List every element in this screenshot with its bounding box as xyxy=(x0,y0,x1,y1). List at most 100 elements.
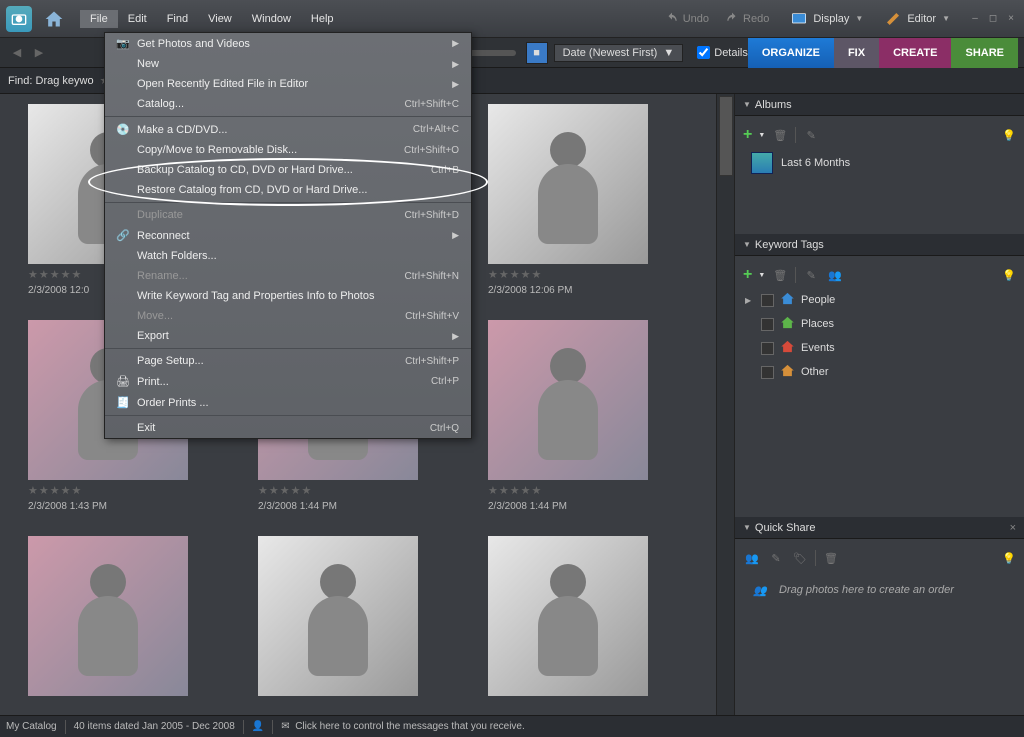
photo-card[interactable] xyxy=(488,536,648,696)
sort-dropdown[interactable]: Date (Newest First)▼ xyxy=(554,44,684,62)
menu-item-label: Catalog... xyxy=(137,98,405,110)
tag-icon xyxy=(780,291,795,309)
shortcut-label: Ctrl+B xyxy=(431,165,459,176)
menu-item-page-setup[interactable]: Page Setup...Ctrl+Shift+P xyxy=(105,351,471,371)
menu-item-label: Watch Folders... xyxy=(137,250,459,262)
edit-icon[interactable]: ✎ xyxy=(802,266,820,284)
tag-icon[interactable]: 🏷 xyxy=(791,549,809,567)
menu-item-catalog[interactable]: Catalog...Ctrl+Shift+C xyxy=(105,94,471,114)
menu-item-backup-catalog-to-cd-dvd-or-hard-drive[interactable]: Backup Catalog to CD, DVD or Hard Drive.… xyxy=(105,160,471,180)
menu-item-label: Copy/Move to Removable Disk... xyxy=(137,144,404,156)
trash-icon[interactable]: 🗑 xyxy=(822,549,840,567)
undo-button[interactable]: Undo xyxy=(665,12,709,26)
tag-row-places[interactable]: Places xyxy=(741,312,1018,336)
back-icon[interactable]: ◀ xyxy=(6,42,28,64)
shortcut-label: Ctrl+Alt+C xyxy=(413,124,459,135)
tag-label: People xyxy=(801,294,835,306)
shortcut-label: Ctrl+P xyxy=(431,376,459,387)
albums-header[interactable]: ▼Albums xyxy=(735,94,1024,116)
menu-view[interactable]: View xyxy=(198,10,242,28)
bulb-icon[interactable]: 💡 xyxy=(1002,552,1016,565)
shortcut-label: Ctrl+Q xyxy=(430,423,459,434)
status-icon[interactable]: 👤 xyxy=(252,721,264,732)
menu-item-copy-move-to-removable-disk[interactable]: Copy/Move to Removable Disk...Ctrl+Shift… xyxy=(105,140,471,160)
menu-item-get-photos-and-videos[interactable]: 📷Get Photos and Videos▶ xyxy=(105,33,471,54)
edit-icon[interactable]: ✎ xyxy=(802,126,820,144)
display-button[interactable]: Display▼ xyxy=(783,9,871,29)
tab-create[interactable]: CREATE xyxy=(879,38,951,68)
details-checkbox[interactable] xyxy=(697,46,710,59)
shortcut-label: Ctrl+Shift+V xyxy=(405,311,459,322)
tag-row-people[interactable]: ▶ People xyxy=(741,288,1018,312)
grid-scrollbar[interactable] xyxy=(716,94,734,715)
find-hint: Find: Drag keywo xyxy=(8,75,94,87)
menu-item-label: Move... xyxy=(137,310,405,322)
menu-item-exit[interactable]: ExitCtrl+Q xyxy=(105,418,471,438)
menu-item-write-keyword-tag-and-properties-info-to-photos[interactable]: Write Keyword Tag and Properties Info to… xyxy=(105,286,471,306)
photo-card[interactable] xyxy=(258,536,418,696)
trash-icon[interactable]: 🗑 xyxy=(771,266,789,284)
photo-card[interactable]: ★★★★★2/3/2008 12:06 PM xyxy=(488,104,648,296)
tag-checkbox[interactable] xyxy=(761,318,774,331)
menu-file[interactable]: File xyxy=(80,10,118,28)
close-icon[interactable]: × xyxy=(1004,12,1018,26)
photo-card[interactable]: ★★★★★2/3/2008 1:44 PM xyxy=(488,320,648,512)
camera-icon: 📷 xyxy=(113,37,133,50)
menu-item-watch-folders[interactable]: Watch Folders... xyxy=(105,246,471,266)
keywords-header[interactable]: ▼Keyword Tags xyxy=(735,234,1024,256)
tag-label: Places xyxy=(801,318,834,330)
photo-card[interactable] xyxy=(28,536,188,696)
submenu-arrow-icon: ▶ xyxy=(452,230,459,241)
redo-button[interactable]: Redo xyxy=(725,12,769,26)
tag-checkbox[interactable] xyxy=(761,294,774,307)
menu-item-print[interactable]: 🖨Print...Ctrl+P xyxy=(105,371,471,392)
menu-item-label: Exit xyxy=(137,422,430,434)
close-icon[interactable]: × xyxy=(1010,522,1016,534)
menu-item-reconnect[interactable]: 🔗Reconnect▶ xyxy=(105,225,471,246)
tab-fix[interactable]: FIX xyxy=(834,38,879,68)
tag-row-other[interactable]: Other xyxy=(741,360,1018,384)
forward-icon[interactable]: ▶ xyxy=(28,42,50,64)
menu-item-order-prints[interactable]: 🧾Order Prints ... xyxy=(105,392,471,413)
menu-item-restore-catalog-from-cd-dvd-or-hard-drive[interactable]: Restore Catalog from CD, DVD or Hard Dri… xyxy=(105,180,471,200)
app-logo-icon xyxy=(6,6,32,32)
people-icon[interactable]: 👥 xyxy=(743,549,761,567)
tab-organize[interactable]: ORGANIZE xyxy=(748,38,834,68)
minimize-icon[interactable]: – xyxy=(968,12,982,26)
tag-checkbox[interactable] xyxy=(761,342,774,355)
menu-item-label: Make a CD/DVD... xyxy=(137,124,413,136)
edit-icon[interactable]: ✎ xyxy=(767,549,785,567)
menu-edit[interactable]: Edit xyxy=(118,10,157,28)
bulb-icon[interactable]: 💡 xyxy=(1002,129,1016,142)
tag-checkbox[interactable] xyxy=(761,366,774,379)
home-icon[interactable] xyxy=(42,7,66,31)
menu-item-label: Rename... xyxy=(137,270,405,282)
tab-share[interactable]: SHARE xyxy=(951,38,1018,68)
menu-item-duplicate: DuplicateCtrl+Shift+D xyxy=(105,205,471,225)
status-message[interactable]: Click here to control the messages that … xyxy=(295,721,525,732)
menu-item-label: Reconnect xyxy=(137,230,452,242)
trash-icon[interactable]: 🗑 xyxy=(771,126,789,144)
quickshare-header[interactable]: ▼Quick Share× xyxy=(735,517,1024,539)
maximize-icon[interactable]: ◻ xyxy=(986,12,1000,26)
menu-item-open-recently-edited-file-in-editor[interactable]: Open Recently Edited File in Editor▶ xyxy=(105,74,471,94)
add-tag-icon[interactable]: + xyxy=(743,266,752,284)
menu-find[interactable]: Find xyxy=(157,10,198,28)
view-large-icon[interactable]: ■ xyxy=(526,42,548,64)
editor-button[interactable]: Editor▼ xyxy=(877,8,958,30)
menu-item-make-a-cd-dvd[interactable]: 💿Make a CD/DVD...Ctrl+Alt+C xyxy=(105,119,471,140)
people-icon[interactable]: 👥 xyxy=(826,266,844,284)
tag-row-events[interactable]: Events xyxy=(741,336,1018,360)
menu-help[interactable]: Help xyxy=(301,10,344,28)
bulb-icon[interactable]: 💡 xyxy=(1002,269,1016,282)
details-label: Details xyxy=(714,47,748,59)
menu-item-export[interactable]: Export▶ xyxy=(105,326,471,346)
mail-icon[interactable]: ✉ xyxy=(281,721,289,732)
tag-icon xyxy=(780,315,795,333)
menu-item-new[interactable]: New▶ xyxy=(105,54,471,74)
expand-icon[interactable]: ▶ xyxy=(745,296,755,305)
menu-window[interactable]: Window xyxy=(242,10,301,28)
add-album-icon[interactable]: + xyxy=(743,126,752,144)
album-item[interactable]: Last 6 Months xyxy=(741,148,1018,178)
status-bar: My Catalog 40 items dated Jan 2005 - Dec… xyxy=(0,715,1024,737)
